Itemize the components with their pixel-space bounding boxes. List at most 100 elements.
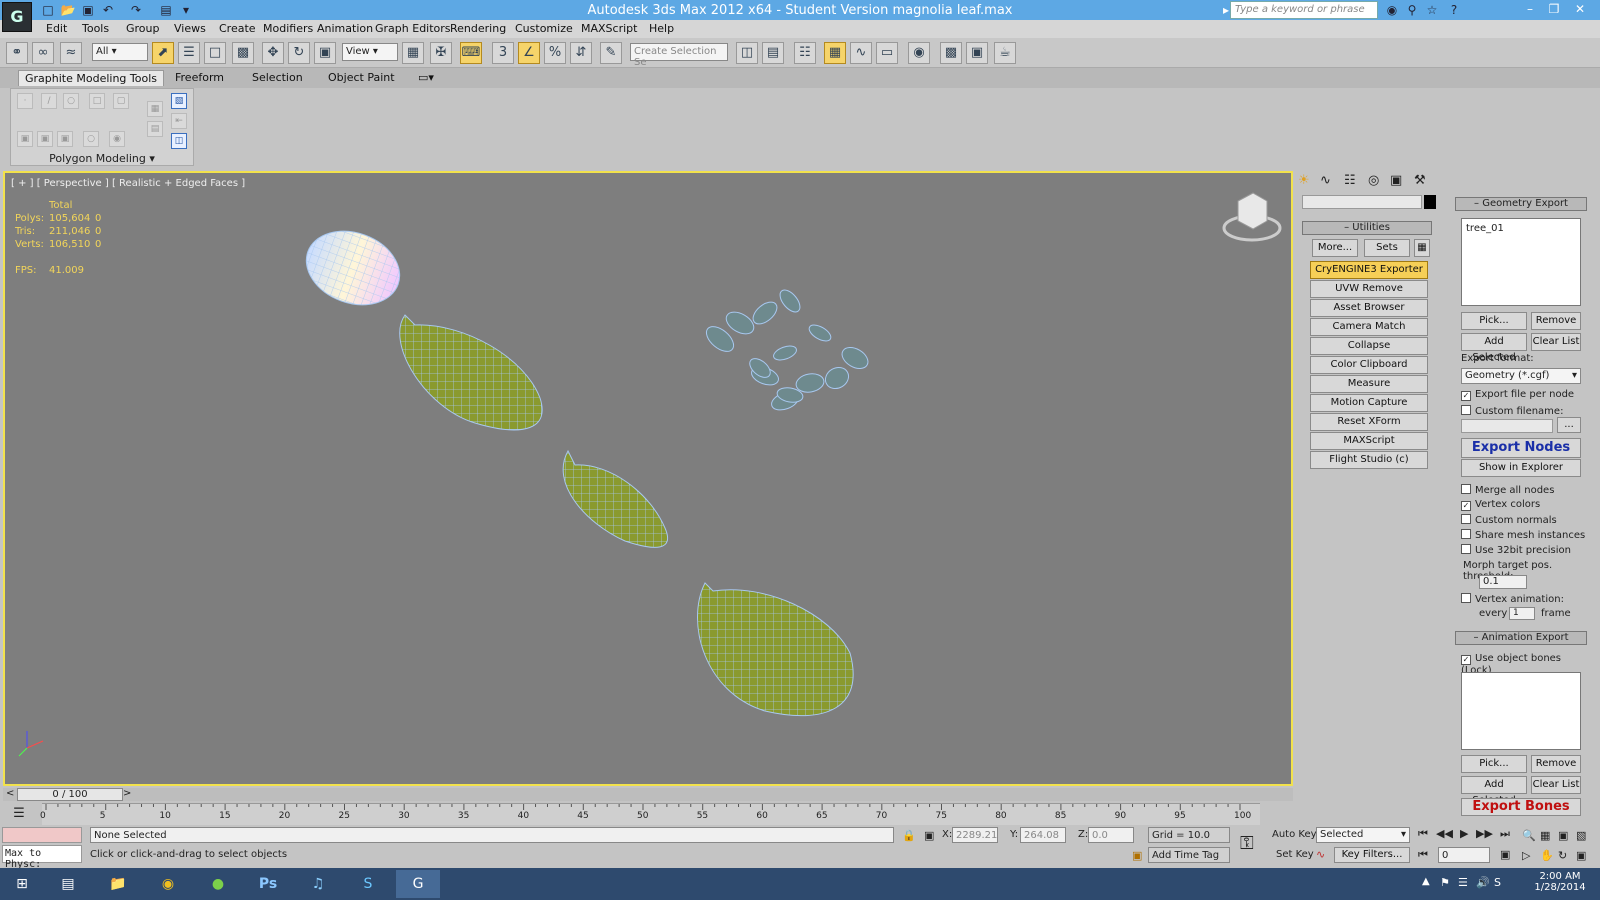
time-configuration-icon[interactable]: ▣ — [1500, 848, 1510, 861]
track-bar[interactable]: 0 5 10 15 20 25 30 35 40 45 50 55 60 65 70 75 80 85 90 95 10… — [40, 803, 1260, 825]
align-icon[interactable]: ▤ — [762, 42, 784, 64]
close-icon[interactable]: ✕ — [1568, 0, 1592, 20]
render-production-icon[interactable]: ☕ — [994, 42, 1016, 64]
export-nodes-button[interactable]: Export Nodes — [1461, 438, 1581, 458]
show-end-result-icon[interactable]: ○ — [83, 131, 99, 147]
unlink-icon[interactable]: ∞ — [32, 42, 54, 64]
tab-freeform[interactable]: Freeform — [175, 71, 224, 84]
hierarchy-tab-icon[interactable]: ☷ — [1344, 173, 1356, 188]
taskbar-clock[interactable]: 2:00 AM 1/28/2014 — [1530, 871, 1590, 893]
bones-add-selected-button[interactable]: Add Selected — [1461, 776, 1527, 806]
y-coordinate-field[interactable]: 264.08 — [1020, 827, 1066, 843]
named-selection-sets-dropdown[interactable]: Create Selection Se — [630, 43, 728, 68]
display-tab-icon[interactable]: ▣ — [1390, 173, 1402, 188]
rendered-frame-window-icon[interactable]: ▣ — [966, 42, 988, 64]
skype-icon[interactable]: S — [346, 870, 390, 898]
bones-clear-list-button[interactable]: Clear List — [1531, 776, 1581, 794]
list-item[interactable]: tree_01 — [1466, 223, 1504, 234]
field-of-view-icon[interactable]: ▷ — [1522, 849, 1530, 862]
tray-network-icon[interactable]: ☰ — [1458, 876, 1468, 889]
geometry-add-selected-button[interactable]: Add Selected — [1461, 333, 1527, 363]
geometry-pick-button[interactable]: Pick... — [1461, 312, 1527, 330]
ribbon-options-icon[interactable]: ▭▾ — [418, 71, 434, 84]
play-icon[interactable]: ▶ — [1460, 827, 1468, 840]
favorites-star-icon[interactable]: ☆ — [1424, 2, 1440, 18]
chrome-icon[interactable]: ◉ — [146, 870, 190, 898]
help-icon[interactable]: ? — [1446, 2, 1462, 18]
leaf-mesh-1[interactable] — [399, 314, 543, 431]
utilities-tab-icon[interactable]: ⚒ — [1414, 173, 1426, 188]
tab-selection[interactable]: Selection — [252, 71, 303, 84]
export-format-dropdown[interactable]: Geometry (*.cgf) ▾ — [1461, 368, 1581, 384]
render-setup-icon[interactable]: ▩ — [940, 42, 962, 64]
select-object-icon[interactable]: ⬈ — [152, 42, 174, 64]
open-file-icon[interactable]: 📂 — [60, 2, 76, 18]
border-icon[interactable]: ○ — [63, 93, 79, 109]
pivot-center-icon[interactable]: ▦ — [402, 42, 424, 64]
utility-button-10[interactable]: Flight Studio (c) — [1310, 451, 1428, 469]
key-mode-dropdown[interactable]: Selected ▾ — [1316, 827, 1410, 843]
preserve-uvs-icon[interactable]: ▧ — [171, 93, 187, 109]
select-manipulate-icon[interactable]: ✠ — [430, 42, 452, 64]
bones-pick-button[interactable]: Pick... — [1461, 755, 1527, 773]
selection-lock-icon[interactable]: 🔒 — [902, 829, 916, 842]
modify-tab-icon[interactable]: ∿ — [1320, 173, 1331, 188]
geometry-node-list[interactable]: tree_01 — [1461, 218, 1581, 306]
minimize-icon[interactable]: – — [1518, 0, 1542, 20]
file-explorer-icon[interactable]: 📁 — [96, 870, 140, 898]
current-frame-field[interactable]: 0 — [1438, 847, 1490, 863]
percent-snap-icon[interactable]: % — [544, 42, 566, 64]
utility-button-3[interactable]: Camera Match — [1310, 318, 1428, 336]
go-to-end-icon[interactable]: ⏭ — [1500, 827, 1510, 841]
bind-space-warp-icon[interactable]: ≈ — [60, 42, 82, 64]
menu-animation[interactable]: Animation — [317, 22, 373, 35]
restore-icon[interactable]: ❐ — [1542, 0, 1566, 20]
geometry-remove-button[interactable]: Remove — [1531, 312, 1581, 330]
geometry-clear-list-button[interactable]: Clear List — [1531, 333, 1581, 351]
absolute-transform-icon[interactable]: ▣ — [924, 829, 934, 842]
browse-filename-button[interactable]: ... — [1557, 417, 1581, 433]
time-slider[interactable]: < 0 / 100 > — [3, 788, 1293, 801]
graphite-toggle-icon[interactable]: ▦ — [824, 42, 846, 64]
tab-graphite-modeling-tools[interactable]: Graphite Modeling Tools — [18, 70, 165, 86]
rectangular-selection-icon[interactable]: □ — [204, 42, 226, 64]
menu-customize[interactable]: Customize — [515, 22, 573, 35]
undo-icon[interactable]: ↶ — [100, 2, 116, 18]
rotate-icon[interactable]: ↻ — [288, 42, 310, 64]
help-search-input[interactable]: Type a keyword or phrase — [1230, 1, 1378, 19]
utility-button-1[interactable]: UVW Remove — [1310, 280, 1428, 298]
edge-icon[interactable]: ∕ — [41, 93, 57, 109]
reference-coordinate-dropdown[interactable]: View ▾ — [342, 43, 398, 61]
utility-button-4[interactable]: Collapse — [1310, 337, 1428, 355]
new-file-icon[interactable]: □ — [40, 2, 56, 18]
configure-button-sets-icon[interactable]: ▦ — [1414, 239, 1430, 257]
collapse-stack-icon[interactable]: ▣ — [57, 131, 73, 147]
time-slider-thumb[interactable]: 0 / 100 — [17, 788, 123, 801]
menu-rendering[interactable]: Rendering — [450, 22, 506, 35]
leaf-mesh-3[interactable] — [697, 582, 854, 717]
element-icon[interactable]: ▢ — [113, 93, 129, 109]
quick-access-dropdown-icon[interactable]: ▾ — [178, 2, 194, 18]
show-in-explorer-button[interactable]: Show in Explorer — [1461, 459, 1581, 477]
z-coordinate-field[interactable]: 0.0 — [1088, 827, 1134, 843]
save-file-icon[interactable]: ▣ — [80, 2, 96, 18]
go-to-start-icon[interactable]: ⏮ — [1418, 827, 1428, 841]
perspective-viewport[interactable]: [ + ] [ Perspective ] [ Realistic + Edge… — [3, 171, 1293, 786]
window-crossing-icon[interactable]: ▩ — [232, 42, 254, 64]
geometry-export-header[interactable]: – Geometry Export — [1455, 197, 1587, 211]
more-button[interactable]: More... — [1312, 239, 1358, 257]
orbit-icon[interactable]: ↻ — [1558, 849, 1567, 862]
zoom-all-icon[interactable]: ▦ — [1540, 829, 1550, 842]
share-mesh-instances-checkbox[interactable]: Share mesh instances — [1461, 529, 1585, 541]
modify-mode-icon[interactable]: ▦ — [147, 101, 163, 117]
key-mode-toggle-icon[interactable]: ⏮ — [1418, 848, 1428, 862]
snaps-toggle-icon[interactable]: 3 — [492, 42, 514, 64]
use-32bit-precision-checkbox[interactable]: Use 32bit precision — [1461, 544, 1571, 556]
schematic-view-icon[interactable]: ▭ — [876, 42, 898, 64]
pin-stack-icon[interactable]: ⇤ — [171, 113, 187, 129]
previous-frame-icon[interactable]: ◀◀ — [1436, 827, 1453, 840]
vertex-animation-checkbox[interactable]: Vertex animation: — [1461, 593, 1564, 605]
use-stack-icon[interactable]: ▤ — [147, 121, 163, 137]
auto-key-button[interactable]: Auto Key — [1272, 829, 1317, 840]
move-icon[interactable]: ✥ — [262, 42, 284, 64]
